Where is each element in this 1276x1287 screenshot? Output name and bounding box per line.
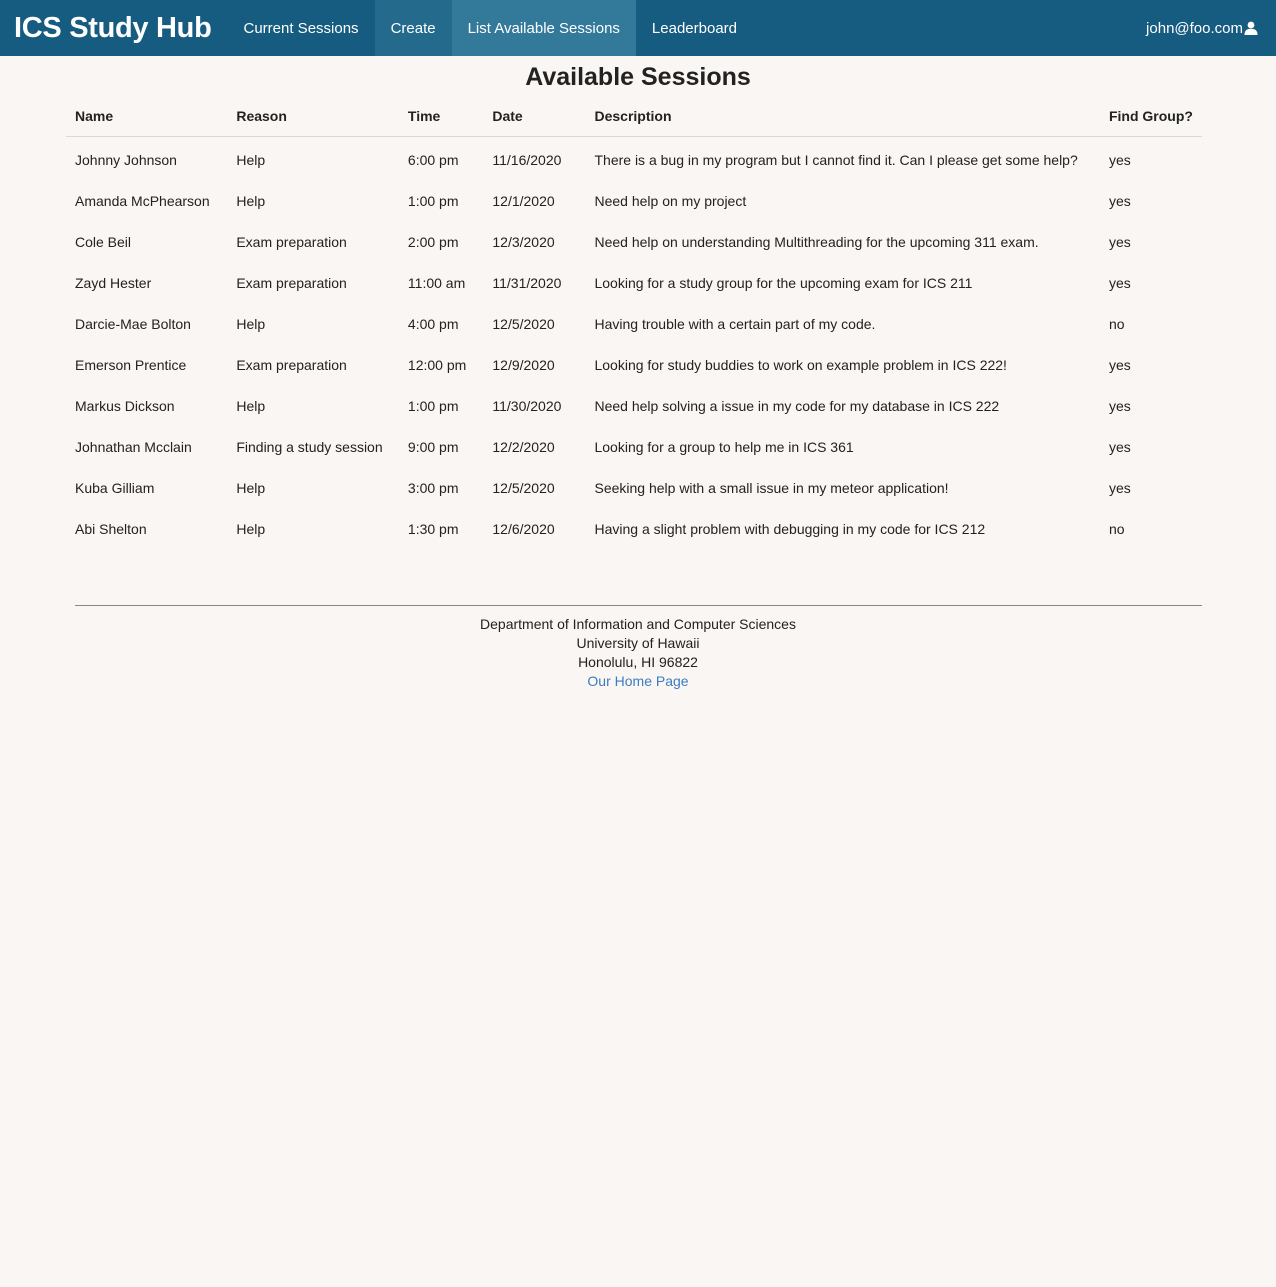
- column-header-date: Date: [483, 98, 586, 137]
- column-header-name: Name: [66, 98, 228, 137]
- table-row: Zayd Hester Exam preparation 11:00 am 11…: [66, 262, 1202, 303]
- cell-name: Emerson Prentice: [75, 356, 187, 373]
- table-row: Amanda McPhearson Help 1:00 pm 12/1/2020…: [66, 180, 1202, 221]
- cell-date: 12/6/2020: [492, 520, 555, 537]
- table-header-row: Name Reason Time Date Description Find G…: [66, 98, 1202, 137]
- cell-reason: Finding a study session: [236, 438, 383, 455]
- cell-find-group: yes: [1108, 356, 1131, 373]
- cell-reason: Help: [236, 192, 266, 209]
- cell-time: 12:00 pm: [407, 356, 467, 373]
- cell-date: 11/31/2020: [492, 274, 562, 291]
- cell-reason: Exam preparation: [236, 274, 347, 291]
- cell-description: Looking for study buddies to work on exa…: [594, 356, 1007, 373]
- column-header-find-group: Find Group?: [1099, 98, 1202, 137]
- cell-find-group: no: [1108, 520, 1125, 537]
- cell-time: 6:00 pm: [407, 151, 459, 168]
- cell-reason: Help: [236, 315, 266, 332]
- cell-date: 12/5/2020: [492, 479, 555, 496]
- column-header-time: Time: [398, 98, 484, 137]
- footer: Department of Information and Computer S…: [0, 615, 1276, 691]
- cell-time: 3:00 pm: [407, 479, 459, 496]
- cell-find-group: yes: [1108, 479, 1131, 496]
- user-email: john@foo.com: [1146, 19, 1243, 37]
- cell-name: Johnny Johnson: [75, 151, 177, 168]
- cell-name: Darcie-Mae Bolton: [75, 315, 191, 332]
- cell-date: 12/2/2020: [492, 438, 555, 455]
- cell-find-group: yes: [1108, 192, 1131, 209]
- cell-date: 12/9/2020: [492, 356, 555, 373]
- nav-list-available-sessions[interactable]: List Available Sessions: [451, 0, 636, 56]
- footer-university: University of Hawaii: [576, 635, 700, 651]
- table-row: Johnathan Mcclain Finding a study sessio…: [66, 426, 1202, 467]
- cell-time: 11:00 am: [407, 274, 466, 291]
- cell-description: Looking for a group to help me in ICS 36…: [594, 438, 854, 455]
- cell-description: There is a bug in my program but I canno…: [594, 151, 1078, 168]
- cell-description: Having trouble with a certain part of my…: [594, 315, 876, 332]
- cell-time: 1:00 pm: [407, 192, 459, 209]
- cell-date: 11/16/2020: [492, 151, 562, 168]
- footer-divider: [75, 605, 1202, 606]
- top-navbar: ICS Study Hub Current Sessions Create Li…: [0, 0, 1276, 56]
- cell-name: Amanda McPhearson: [75, 192, 210, 209]
- cell-find-group: yes: [1108, 274, 1131, 291]
- cell-description: Need help on understanding Multithreadin…: [594, 233, 1039, 250]
- cell-time: 4:00 pm: [407, 315, 459, 332]
- cell-description: Need help solving a issue in my code for…: [594, 397, 1000, 414]
- cell-name: Johnathan Mcclain: [75, 438, 192, 455]
- home-page-link[interactable]: Our Home Page: [587, 673, 688, 689]
- cell-description: Seeking help with a small issue in my me…: [594, 479, 949, 496]
- column-header-description: Description: [585, 98, 1100, 137]
- cell-find-group: no: [1108, 315, 1125, 332]
- cell-reason: Help: [236, 397, 266, 414]
- nav-leaderboard[interactable]: Leaderboard: [636, 0, 753, 56]
- table-row: Markus Dickson Help 1:00 pm 11/30/2020 N…: [66, 385, 1202, 426]
- cell-time: 9:00 pm: [407, 438, 459, 455]
- cell-description: Having a slight problem with debugging i…: [594, 520, 986, 537]
- cell-reason: Help: [236, 151, 266, 168]
- cell-reason: Exam preparation: [236, 233, 347, 250]
- footer-address: Honolulu, HI 96822: [578, 654, 698, 670]
- page-title: Available Sessions: [525, 63, 751, 91]
- table-row: Cole Beil Exam preparation 2:00 pm 12/3/…: [66, 221, 1202, 262]
- cell-reason: Help: [236, 479, 266, 496]
- cell-description: Looking for a study group for the upcomi…: [594, 274, 973, 291]
- brand-link[interactable]: ICS Study Hub: [0, 0, 228, 56]
- cell-time: 1:00 pm: [407, 397, 459, 414]
- table-row: Abi Shelton Help 1:30 pm 12/6/2020 Havin…: [66, 508, 1202, 549]
- column-header-reason: Reason: [227, 98, 399, 137]
- cell-name: Abi Shelton: [75, 520, 147, 537]
- cell-date: 11/30/2020: [492, 397, 562, 414]
- table-row: Darcie-Mae Bolton Help 4:00 pm 12/5/2020…: [66, 303, 1202, 344]
- cell-find-group: yes: [1108, 397, 1131, 414]
- cell-name: Zayd Hester: [75, 274, 152, 291]
- cell-reason: Help: [236, 520, 266, 537]
- cell-description: Need help on my project: [594, 192, 747, 209]
- cell-reason: Exam preparation: [236, 356, 347, 373]
- sessions-table: Name Reason Time Date Description Find G…: [66, 98, 1202, 549]
- user-icon: [1244, 21, 1258, 35]
- cell-date: 12/1/2020: [492, 192, 555, 209]
- footer-department: Department of Information and Computer S…: [480, 616, 796, 632]
- cell-time: 1:30 pm: [407, 520, 459, 537]
- cell-date: 12/5/2020: [492, 315, 555, 332]
- cell-find-group: yes: [1108, 438, 1131, 455]
- cell-find-group: yes: [1108, 233, 1131, 250]
- table-row: Kuba Gilliam Help 3:00 pm 12/5/2020 Seek…: [66, 467, 1202, 508]
- cell-find-group: yes: [1108, 151, 1131, 168]
- table-row: Johnny Johnson Help 6:00 pm 11/16/2020 T…: [66, 137, 1202, 181]
- cell-time: 2:00 pm: [407, 233, 459, 250]
- cell-date: 12/3/2020: [492, 233, 555, 250]
- nav-create[interactable]: Create: [374, 0, 452, 56]
- user-menu[interactable]: john@foo.com: [1146, 0, 1276, 56]
- cell-name: Cole Beil: [75, 233, 132, 250]
- cell-name: Markus Dickson: [75, 397, 175, 414]
- table-row: Emerson Prentice Exam preparation 12:00 …: [66, 344, 1202, 385]
- nav-current-sessions[interactable]: Current Sessions: [228, 0, 375, 56]
- cell-name: Kuba Gilliam: [75, 479, 155, 496]
